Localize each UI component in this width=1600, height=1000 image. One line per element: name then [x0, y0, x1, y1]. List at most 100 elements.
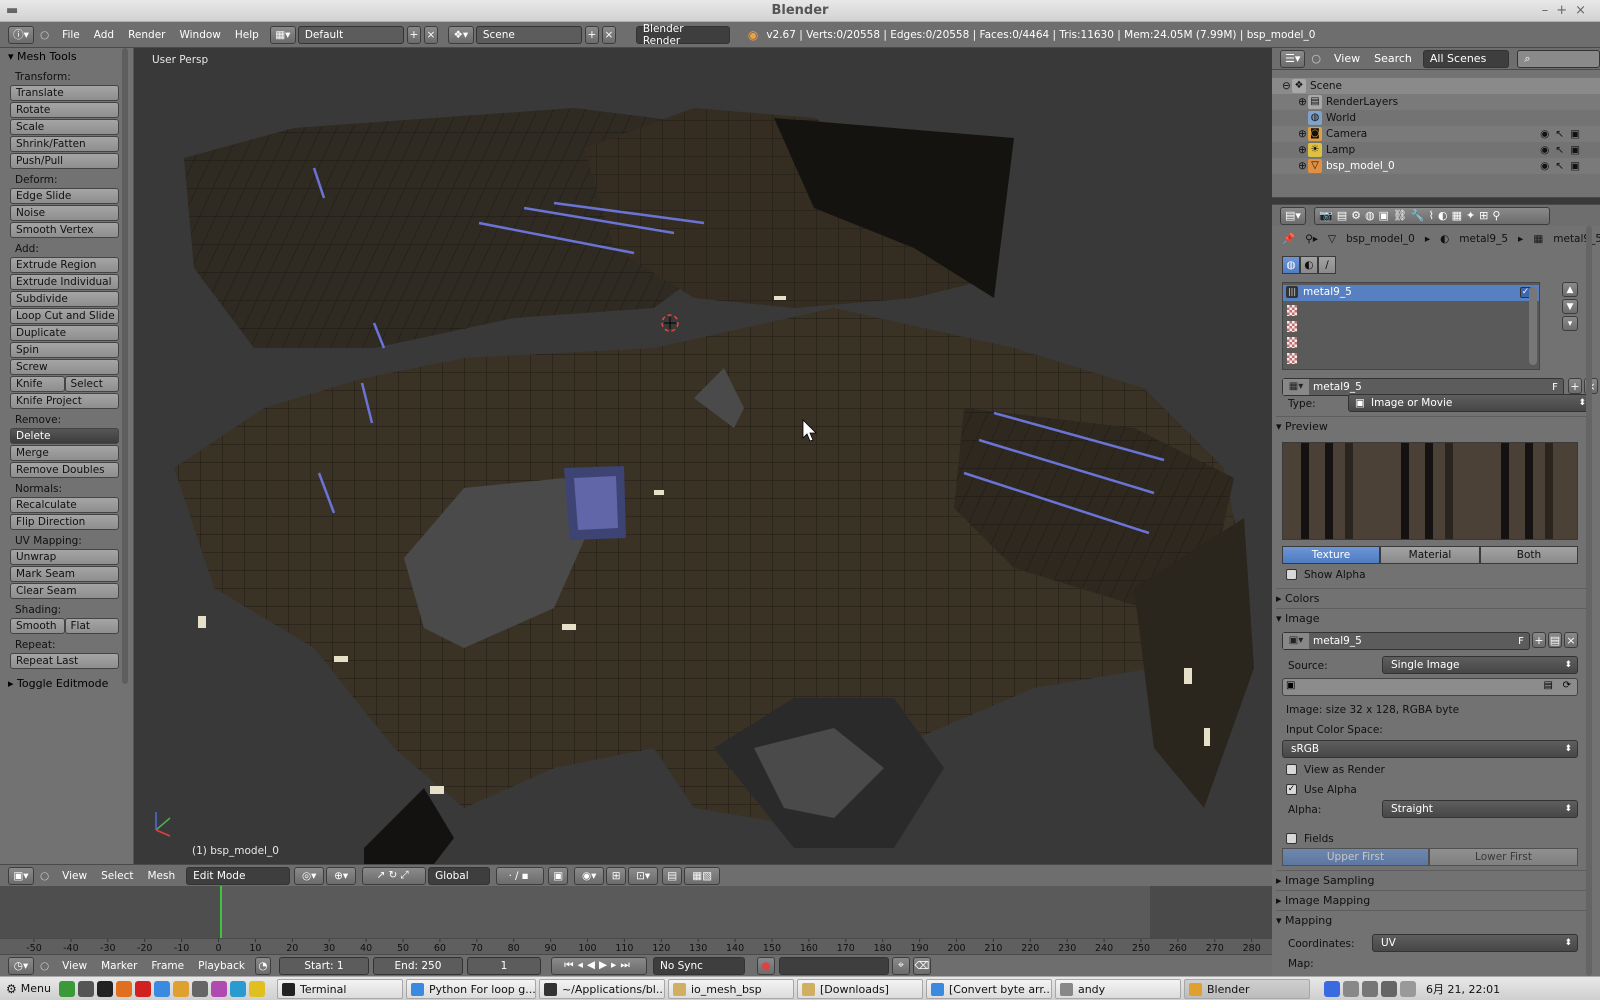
menu-mesh[interactable]: Mesh	[141, 870, 183, 882]
menu-render[interactable]: Render	[121, 29, 172, 41]
coordinates-select[interactable]: UV	[1372, 934, 1578, 952]
current-frame-line[interactable]	[220, 886, 222, 938]
preview-panel-header[interactable]: ▾ Preview	[1276, 416, 1592, 436]
gear-icon[interactable]: ⚙	[6, 982, 17, 996]
chrome-launcher-icon[interactable]	[153, 980, 170, 997]
scale-button[interactable]: Scale	[10, 119, 119, 135]
toggle-editmode-panel-header[interactable]: ▸ Toggle Editmode	[0, 675, 133, 693]
end-frame-field[interactable]: End: 250	[372, 956, 463, 975]
lower-first-button[interactable]: Lower First	[1429, 848, 1578, 866]
texture-slots-list[interactable]: ||| metal9_5 ✓	[1282, 282, 1540, 370]
brush-texture-icon[interactable]: ∕	[1318, 256, 1336, 274]
mark-seam-button[interactable]: Mark Seam	[10, 566, 119, 582]
pin-icon[interactable]: 📌	[1282, 232, 1295, 245]
empty-slot-icon[interactable]	[1287, 321, 1297, 332]
subdivide-button[interactable]: Subdivide	[10, 291, 119, 307]
texture-slot-selected[interactable]: ||| metal9_5 ✓	[1283, 285, 1539, 301]
expand-icon[interactable]: ⊕	[1298, 158, 1307, 174]
pen-tray-icon[interactable]	[1399, 980, 1416, 997]
opengl-render-icons[interactable]: ▦▧	[684, 866, 721, 885]
outliner-item-world[interactable]: ◍ World	[1272, 110, 1600, 126]
menu-file[interactable]: File	[55, 29, 87, 41]
task-terminal[interactable]: Terminal	[276, 978, 403, 999]
network-launcher-icon[interactable]	[229, 980, 246, 997]
texture-name-field[interactable]: metal9_5	[1309, 381, 1547, 393]
tools-launcher-icon[interactable]	[248, 980, 265, 997]
duplicate-button[interactable]: Duplicate	[10, 325, 119, 341]
remove-scene-icon[interactable]: ×	[601, 25, 616, 44]
keyboard-tray-icon[interactable]	[1342, 980, 1359, 997]
menu-view[interactable]: View	[55, 960, 94, 972]
move-slot-down-icon[interactable]: ▼	[1562, 299, 1578, 314]
start-menu-button[interactable]: Menu	[21, 982, 51, 995]
select-mode-icons[interactable]: ·∕▪	[496, 866, 545, 885]
render-engine-select[interactable]: Blender Render	[635, 23, 730, 47]
world-texture-icon[interactable]: ◍	[1282, 256, 1300, 274]
task-downloads[interactable]: [Downloads]	[796, 978, 923, 999]
task-terminal-applications[interactable]: ~/Applications/bl...	[538, 978, 665, 999]
scene-icon[interactable]: ❖▾	[447, 25, 474, 44]
task-io-mesh-bsp[interactable]: io_mesh_bsp	[667, 978, 794, 999]
3d-cursor-icon[interactable]	[661, 314, 679, 332]
knife-button[interactable]: Knife	[10, 376, 65, 392]
collapse-menu-icon[interactable]: ○	[40, 29, 49, 41]
pivot-point-icon[interactable]: ⊕▾	[326, 866, 357, 885]
reload-icon[interactable]: ⟳	[1563, 680, 1571, 691]
sync-mode-select[interactable]: No Sync	[652, 956, 745, 975]
empty-slot-icon[interactable]	[1287, 305, 1297, 316]
preview-tab-texture[interactable]: Texture	[1282, 546, 1380, 564]
menu-window[interactable]: Window	[172, 29, 227, 41]
mesh-tools-panel-header[interactable]: ▾ Mesh Tools	[0, 48, 133, 66]
editor-type-info-icon[interactable]: ⓘ▾	[8, 25, 34, 44]
visibility-icons[interactable]: ◉↖▣	[1540, 126, 1586, 142]
image-browse-icon[interactable]: ▣▾	[1283, 633, 1309, 649]
window-menu-icon[interactable]: ▬	[6, 0, 18, 22]
spin-button[interactable]: Spin	[10, 342, 119, 358]
clear-seam-button[interactable]: Clear Seam	[10, 583, 119, 599]
show-alpha-checkbox[interactable]	[1286, 569, 1297, 580]
alpha-mode-select[interactable]: Straight	[1382, 800, 1578, 818]
file-browse-icon[interactable]: ▤	[1544, 680, 1553, 691]
playback-controls[interactable]: ⏮◂◀▶▸⏭	[550, 956, 647, 975]
new-texture-icon[interactable]: +	[1568, 378, 1582, 394]
wifi-tray-icon[interactable]	[1380, 980, 1397, 997]
timeline-ruler[interactable]: -50 -40 -30 -20 -10 0 10 20 30 40 50 60 70 80 90 100 110…	[0, 938, 1272, 954]
firefox-launcher-icon[interactable]	[115, 980, 132, 997]
fake-user-icon[interactable]: F	[1547, 382, 1563, 393]
menu-frame[interactable]: Frame	[144, 960, 191, 972]
slot-specials-icon[interactable]: ▾	[1562, 316, 1578, 331]
expand-icon[interactable]: ⊕	[1298, 142, 1307, 158]
network-tray-icon[interactable]	[1323, 980, 1340, 997]
extrude-individual-button[interactable]: Extrude Individual	[10, 274, 119, 290]
recalculate-button[interactable]: Recalculate	[10, 497, 119, 513]
view-as-render-checkbox[interactable]	[1286, 764, 1297, 775]
limit-selection-icon[interactable]: ▣	[548, 866, 569, 885]
knife-select-button[interactable]: Select	[64, 376, 119, 392]
open-image-icon[interactable]: ▤	[1548, 632, 1562, 648]
transform-orientation-select[interactable]: Global	[428, 866, 491, 885]
3d-viewport[interactable]	[134, 48, 1272, 864]
rotate-button[interactable]: Rotate	[10, 102, 119, 118]
manipulator-icons[interactable]: ↗↻⤢	[362, 866, 427, 885]
image-sampling-panel-header[interactable]: ▸ Image Sampling	[1276, 870, 1592, 890]
repeat-last-button[interactable]: Repeat Last	[10, 653, 119, 669]
collapse-menu-icon[interactable]: ○	[1311, 52, 1321, 65]
task-browser-python[interactable]: Python For loop g...	[405, 978, 536, 999]
upper-first-button[interactable]: Upper First	[1282, 848, 1429, 866]
texture-browse-icon[interactable]: ▦▾	[1283, 379, 1309, 395]
colors-panel-header[interactable]: ▸ Colors	[1276, 588, 1592, 608]
image-mapping-panel-header[interactable]: ▸ Image Mapping	[1276, 890, 1592, 910]
loop-cut-slide-button[interactable]: Loop Cut and Slide	[10, 308, 119, 324]
texture-context-buttons[interactable]: ◍ ◐ ∕	[1282, 256, 1338, 274]
visibility-icons[interactable]: ◉↖▣	[1540, 142, 1586, 158]
delete-menu-button[interactable]: Delete	[10, 428, 119, 444]
desktop-icon[interactable]	[58, 980, 75, 997]
expand-icon[interactable]: ⊖	[1282, 78, 1291, 94]
use-alpha-checkbox[interactable]: ✓	[1286, 784, 1297, 795]
opera-launcher-icon[interactable]	[134, 980, 151, 997]
insert-keyframe-icon[interactable]: ⌖	[891, 956, 910, 975]
outliner-item-renderlayers[interactable]: ⊕ ▤ RenderLayers	[1272, 94, 1600, 110]
editor-type-outliner-icon[interactable]: ☰▾	[1280, 49, 1306, 68]
translate-button[interactable]: Translate	[10, 85, 119, 101]
record-icon[interactable]: ●	[756, 956, 775, 975]
